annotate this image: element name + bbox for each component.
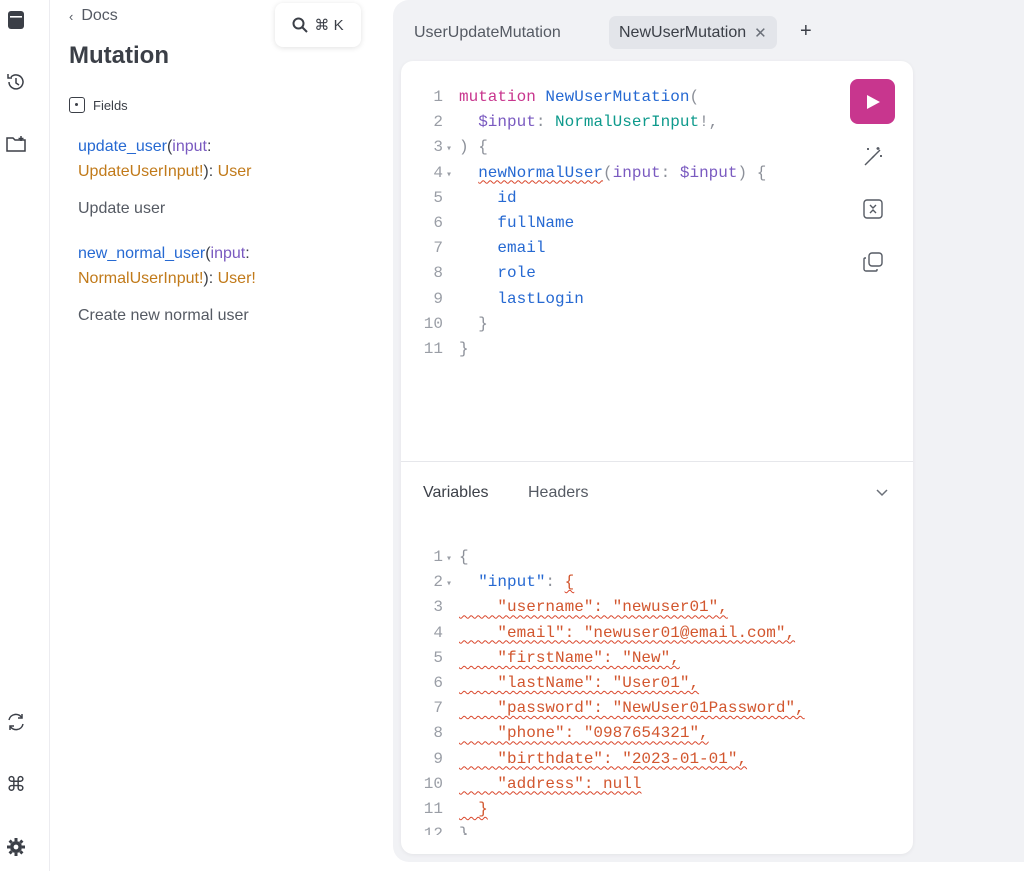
field-name[interactable]: new_normal_user [78,245,205,262]
shortcuts-icon[interactable]: ⌘ [4,772,28,796]
add-tab-button[interactable]: + [800,20,812,43]
code-line: 3 "username": "newuser01", [433,598,728,617]
code-line: 7 "password": "NewUser01Password", [433,699,805,718]
field-arg: input [172,138,207,155]
tab-label: NewUserMutation [619,23,747,41]
code-line: 4 ▾ newNormalUser(input: $input) { [433,163,767,182]
query-editor[interactable]: 1 mutation NewUserMutation( 2 $input: Nor… [401,85,841,362]
code-line: 11} [423,339,469,358]
fields-heading: Fields [69,97,128,113]
docs-back-label: Docs [81,7,118,24]
docs-panel: ‹ Docs Mutation Fields update_user(input… [51,0,391,871]
code-line: 6 "lastName": "User01", [433,673,700,692]
field-arg: input [210,245,246,262]
code-line: 7 email [433,239,546,258]
tab-new-user-mutation[interactable]: NewUserMutation ✕ [609,16,777,49]
tab-headers[interactable]: Headers [528,484,588,502]
play-icon [866,94,880,109]
code-line: 3 ▾) { [433,138,488,157]
code-line: 5 id [433,188,517,207]
code-line: 9 "birthdate": "2023-01-01", [433,749,748,768]
docs-back-link[interactable]: ‹ Docs [69,7,118,25]
code-line: 2 ▾ "input": { [433,573,575,592]
search-shortcut: ⌘ K [314,17,344,34]
code-line: 5 "firstName": "New", [433,648,680,667]
merge-fragments-button[interactable] [860,196,886,222]
code-line: 8 role [433,264,536,283]
code-line: 11 } [423,799,488,818]
code-line: 12} [423,825,469,835]
run-button[interactable] [850,79,895,124]
field-update-user: update_user(input: UpdateUserInput!): Us… [78,138,252,180]
field-new-normal-user: new_normal_user(input: NormalUserInput!)… [78,245,256,287]
merge-icon [863,199,883,219]
field-arg-type[interactable]: NormalUserInput [78,270,199,287]
panel-divider[interactable] [401,461,913,462]
history-icon[interactable] [4,70,28,94]
field-name[interactable]: update_user [78,138,167,155]
code-line: 10 "address": null [423,774,642,793]
sidebar-rail: ⌘ [0,0,50,871]
code-line: 10 } [423,314,488,333]
close-icon[interactable]: ✕ [754,24,767,42]
search-icon [292,17,309,33]
code-line: 6 fullName [433,213,575,232]
refresh-icon[interactable] [4,710,28,734]
code-line: 4 "email": "newuser01@email.com", [433,623,796,642]
field-return-type[interactable]: User [218,163,252,180]
code-line: 1 mutation NewUserMutation( [433,88,700,106]
tab-label: UserUpdateMutation [414,23,561,41]
field-return-type[interactable]: User [218,270,252,287]
tab-variables[interactable]: Variables [423,484,489,502]
docs-icon[interactable] [4,8,28,32]
collections-icon[interactable] [4,132,28,156]
prettify-button[interactable] [860,143,886,169]
docs-title: Mutation [69,42,169,69]
code-line: 8 "phone": "0987654321", [433,724,709,743]
copy-query-button[interactable] [860,249,886,275]
field-description: Update user [78,200,166,217]
tab-user-update-mutation[interactable]: UserUpdateMutation [404,16,571,49]
settings-icon[interactable] [4,835,28,859]
field-icon [69,97,85,113]
docs-search-button[interactable]: ⌘ K [275,3,361,47]
code-line: 2 $input: NormalUserInput!, [433,113,719,132]
chevron-down-icon[interactable] [875,485,889,504]
copy-icon [863,252,883,272]
variables-editor[interactable]: 1 ▾{ 2 ▾ "input": { 3 "username": "newuser… [401,545,913,835]
fields-heading-label: Fields [93,97,128,113]
chevron-left-icon: ‹ [69,8,74,24]
magic-wand-icon [864,147,882,166]
field-arg-type[interactable]: UpdateUserInput [78,163,199,180]
code-line: 9 lastLogin [433,289,584,308]
field-description: Create new normal user [78,307,249,324]
query-editor-card: 1 mutation NewUserMutation( 2 $input: Nor… [401,61,913,854]
code-line: 1 ▾{ [433,548,469,566]
